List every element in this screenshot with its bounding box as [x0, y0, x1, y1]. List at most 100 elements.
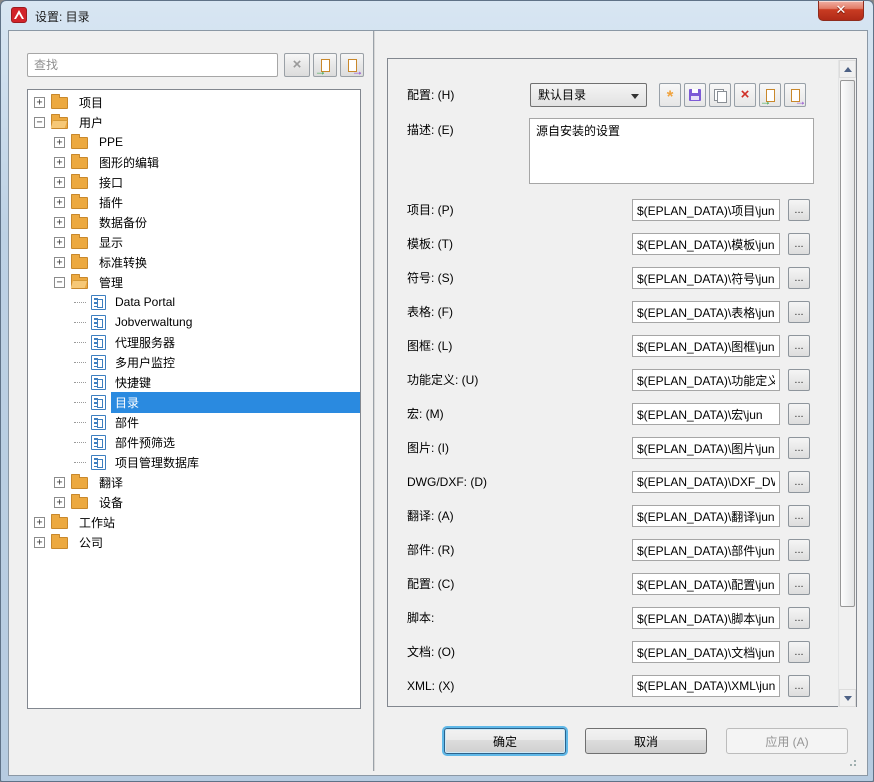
- tree-node[interactable]: +设备: [28, 492, 360, 512]
- expand-toggle[interactable]: +: [54, 137, 65, 148]
- expand-toggle[interactable]: +: [54, 157, 65, 168]
- tree-node[interactable]: +公司: [28, 532, 360, 552]
- browse-button[interactable]: ...: [788, 267, 810, 289]
- directory-path-input[interactable]: [632, 505, 780, 527]
- tree-node[interactable]: Jobverwaltung: [28, 312, 360, 332]
- directory-path-input[interactable]: [632, 437, 780, 459]
- config-selected-value: 默认目录: [538, 88, 586, 102]
- apply-button[interactable]: 应用 (A): [726, 728, 848, 754]
- settings-page-icon: [91, 415, 106, 430]
- cancel-button[interactable]: 取消: [585, 728, 707, 754]
- search-input[interactable]: [27, 53, 278, 77]
- resize-grip[interactable]: [849, 759, 857, 767]
- tree-node[interactable]: +图形的编辑: [28, 152, 360, 172]
- browse-button[interactable]: ...: [788, 573, 810, 595]
- description-field[interactable]: 源自安装的设置: [529, 118, 814, 184]
- config-select[interactable]: 默认目录: [530, 83, 647, 107]
- expand-toggle[interactable]: +: [54, 197, 65, 208]
- expand-toggle[interactable]: +: [54, 237, 65, 248]
- save-config-button[interactable]: [684, 83, 706, 107]
- goto-previous-hit-button[interactable]: →: [313, 53, 337, 77]
- browse-button[interactable]: ...: [788, 403, 810, 425]
- close-button[interactable]: ✕: [818, 1, 864, 21]
- expand-toggle[interactable]: +: [54, 177, 65, 188]
- browse-button[interactable]: ...: [788, 233, 810, 255]
- browse-button[interactable]: ...: [788, 505, 810, 527]
- expand-toggle[interactable]: +: [54, 497, 65, 508]
- goto-next-hit-button[interactable]: →: [340, 53, 364, 77]
- directory-path-input[interactable]: [632, 573, 780, 595]
- scroll-up-button[interactable]: [839, 60, 856, 78]
- collapse-toggle[interactable]: −: [34, 117, 45, 128]
- export-config-button[interactable]: →: [784, 83, 806, 107]
- tree-node[interactable]: 代理服务器: [28, 332, 360, 352]
- tree-node[interactable]: −管理: [28, 272, 360, 292]
- browse-button[interactable]: ...: [788, 675, 810, 697]
- tree-node[interactable]: 部件预筛选: [28, 432, 360, 452]
- settings-page-icon: [91, 315, 106, 330]
- folder-icon: [71, 217, 88, 229]
- expand-toggle[interactable]: +: [34, 517, 45, 528]
- browse-button[interactable]: ...: [788, 607, 810, 629]
- settings-tree[interactable]: +项目−用户+PPE+图形的编辑+接口+插件+数据备份+显示+标准转换−管理Da…: [27, 89, 361, 709]
- browse-button[interactable]: ...: [788, 437, 810, 459]
- directory-path-input[interactable]: [632, 403, 780, 425]
- tree-node[interactable]: +显示: [28, 232, 360, 252]
- directory-path-input[interactable]: [632, 335, 780, 357]
- scroll-down-button[interactable]: [839, 689, 856, 707]
- directory-path-input[interactable]: [632, 369, 780, 391]
- tree-node[interactable]: +项目: [28, 92, 360, 112]
- tree-node-label: 数据备份: [95, 212, 151, 233]
- import-config-button[interactable]: →: [759, 83, 781, 107]
- tree-node[interactable]: 目录: [28, 392, 360, 412]
- field-label: 文档: (O): [407, 641, 455, 663]
- scrollbar-thumb[interactable]: [840, 80, 855, 607]
- tree-connector: [74, 322, 86, 323]
- tree-node[interactable]: + 数据备份: [28, 212, 360, 232]
- tree-node-label: 快捷键: [111, 372, 155, 393]
- directory-path-input[interactable]: [632, 301, 780, 323]
- tree-node[interactable]: +插件: [28, 192, 360, 212]
- directory-path-input[interactable]: [632, 199, 780, 221]
- browse-button[interactable]: ...: [788, 369, 810, 391]
- collapse-toggle[interactable]: −: [54, 277, 65, 288]
- browse-button[interactable]: ...: [788, 641, 810, 663]
- tree-node[interactable]: +接口: [28, 172, 360, 192]
- new-config-button[interactable]: *: [659, 83, 681, 107]
- browse-button[interactable]: ...: [788, 471, 810, 493]
- tree-node[interactable]: 部件: [28, 412, 360, 432]
- copy-config-button[interactable]: [709, 83, 731, 107]
- expand-toggle[interactable]: +: [54, 217, 65, 228]
- tree-node[interactable]: 项目管理数据库: [28, 452, 360, 472]
- scrollbar[interactable]: [838, 60, 855, 707]
- browse-button[interactable]: ...: [788, 335, 810, 357]
- expand-toggle[interactable]: +: [54, 477, 65, 488]
- tree-node[interactable]: Data Portal: [28, 292, 360, 312]
- tree-node[interactable]: −用户: [28, 112, 360, 132]
- tree-node[interactable]: +工作站: [28, 512, 360, 532]
- tree-node[interactable]: 多用户监控: [28, 352, 360, 372]
- browse-button[interactable]: ...: [788, 199, 810, 221]
- browse-button[interactable]: ...: [788, 539, 810, 561]
- directory-path-input[interactable]: [632, 675, 780, 697]
- directory-path-input[interactable]: [632, 641, 780, 663]
- clear-search-button[interactable]: ×: [284, 53, 310, 77]
- expand-toggle[interactable]: +: [34, 97, 45, 108]
- expand-toggle[interactable]: +: [54, 257, 65, 268]
- tree-node[interactable]: +PPE: [28, 132, 360, 152]
- directory-path-input[interactable]: [632, 267, 780, 289]
- delete-config-button[interactable]: ×: [734, 83, 756, 107]
- tree-node[interactable]: +翻译: [28, 472, 360, 492]
- tree-node[interactable]: 快捷键: [28, 372, 360, 392]
- directory-path-input[interactable]: [632, 471, 780, 493]
- expand-toggle[interactable]: +: [34, 537, 45, 548]
- ok-button[interactable]: 确定: [444, 728, 566, 754]
- settings-page-icon: [91, 395, 106, 410]
- browse-button[interactable]: ...: [788, 301, 810, 323]
- directory-path-input[interactable]: [632, 607, 780, 629]
- directory-path-input[interactable]: [632, 233, 780, 255]
- titlebar[interactable]: 设置: 目录 ✕: [1, 1, 873, 30]
- folder-icon: [51, 517, 68, 529]
- directory-path-input[interactable]: [632, 539, 780, 561]
- tree-node[interactable]: +标准转换: [28, 252, 360, 272]
